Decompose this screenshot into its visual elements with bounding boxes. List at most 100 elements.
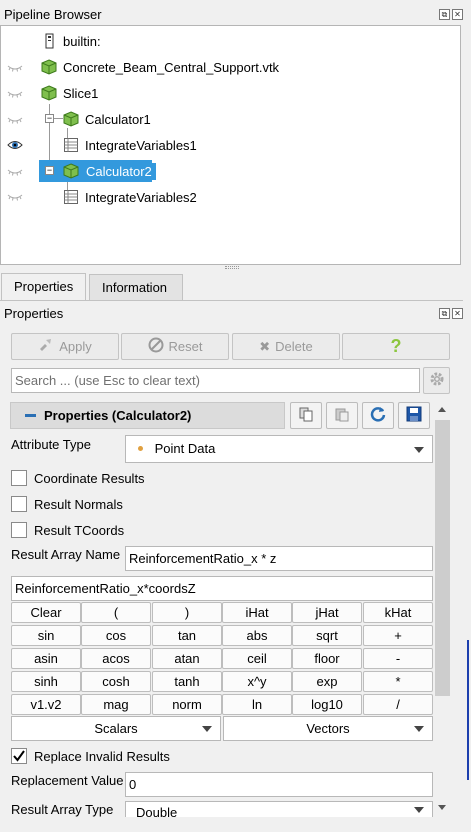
result-array-name-input[interactable]: ReinforcementRatio_x * z <box>125 546 433 571</box>
pipeline-item-slice1[interactable]: Slice1 <box>41 82 98 104</box>
pipeline-item-calculator2[interactable]: Calculator2 <box>63 160 156 182</box>
close-icon[interactable]: ✕ <box>452 9 463 20</box>
properties-section-header[interactable]: Properties (Calculator2) <box>10 402 285 429</box>
result-tcoords-label: Result TCoords <box>34 523 125 538</box>
save-defaults-button[interactable] <box>398 402 430 429</box>
coordinate-results-checkbox[interactable] <box>11 470 27 486</box>
calc-key-button[interactable]: log10 <box>292 694 362 715</box>
pipeline-tree[interactable]: builtin: Concrete_Beam_Central_Support.v… <box>0 25 461 265</box>
replace-invalid-checkbox[interactable] <box>11 748 27 764</box>
result-normals-checkbox[interactable] <box>11 496 27 512</box>
float-icon[interactable]: ⧉ <box>439 9 450 20</box>
pipeline-item-label: IntegrateVariables1 <box>85 137 197 153</box>
apply-icon <box>38 337 54 356</box>
calc-key-button[interactable]: kHat <box>363 602 433 623</box>
point-data-icon <box>138 446 143 452</box>
collapse-icon[interactable]: − <box>45 166 54 175</box>
collapse-minus-icon <box>25 414 36 417</box>
chevron-down-icon <box>414 447 424 453</box>
delete-label: Delete <box>275 339 313 354</box>
calc-key-button[interactable]: abs <box>222 625 292 646</box>
apply-button[interactable]: Apply <box>11 333 119 360</box>
calc-key-button[interactable]: * <box>363 671 433 692</box>
calc-key-button[interactable]: norm <box>152 694 222 715</box>
properties-scrollbar[interactable] <box>434 402 451 814</box>
tab-information[interactable]: Information <box>89 274 183 300</box>
search-input[interactable]: Search ... (use Esc to clear text) <box>11 368 420 393</box>
calc-key-button[interactable]: jHat <box>292 602 362 623</box>
calc-key-button[interactable]: iHat <box>222 602 292 623</box>
attribute-type-select[interactable]: Point Data <box>125 435 433 463</box>
pipeline-item-vtk[interactable]: Concrete_Beam_Central_Support.vtk <box>41 56 279 78</box>
dataset-cube-icon <box>63 163 79 179</box>
checkmark-icon <box>13 750 25 762</box>
calc-key-button[interactable]: Clear <box>11 602 81 623</box>
scalars-select[interactable]: Scalars <box>11 716 221 741</box>
close-icon[interactable]: ✕ <box>452 308 463 319</box>
calc-key-button[interactable]: asin <box>11 648 81 669</box>
pipeline-item-integrate2[interactable]: IntegrateVariables2 <box>63 186 197 208</box>
eye-closed-icon[interactable] <box>7 63 23 73</box>
calc-key-button[interactable]: tan <box>152 625 222 646</box>
vectors-label: Vectors <box>306 721 350 736</box>
calc-key-button[interactable]: v1.v2 <box>11 694 81 715</box>
replacement-value-input[interactable]: 0 <box>125 772 433 797</box>
calc-key-button[interactable]: cos <box>81 625 151 646</box>
eye-open-icon[interactable] <box>7 140 23 150</box>
scalars-label: Scalars <box>94 721 138 736</box>
delete-button[interactable]: ✖ Delete <box>232 333 340 360</box>
apply-label: Apply <box>59 339 92 354</box>
eye-closed-icon[interactable] <box>7 115 23 125</box>
collapse-icon[interactable]: − <box>45 114 54 123</box>
calc-key-button[interactable]: sin <box>11 625 81 646</box>
calc-key-button[interactable]: x^y <box>222 671 292 692</box>
pipeline-item-label: Concrete_Beam_Central_Support.vtk <box>63 59 280 75</box>
calc-key-button[interactable]: - <box>363 648 433 669</box>
calc-key-button[interactable]: mag <box>81 694 151 715</box>
calc-key-button[interactable]: floor <box>292 648 362 669</box>
vectors-select[interactable]: Vectors <box>223 716 433 741</box>
replacement-value-label: Replacement Value <box>11 773 124 788</box>
copy-button[interactable] <box>290 402 322 429</box>
calc-key-button[interactable]: / <box>363 694 433 715</box>
calc-key-button[interactable]: ( <box>81 602 151 623</box>
calc-key-button[interactable]: ceil <box>222 648 292 669</box>
result-tcoords-checkbox[interactable] <box>11 522 27 538</box>
pipeline-item-builtin[interactable]: builtin: <box>41 30 101 52</box>
expression-input[interactable]: ReinforcementRatio_x*coordsZ <box>11 576 433 601</box>
scroll-thumb[interactable] <box>435 420 450 696</box>
calc-key-button[interactable]: ) <box>152 602 222 623</box>
pipeline-item-label: builtin: <box>63 33 101 49</box>
scroll-down-icon[interactable] <box>438 805 446 810</box>
pipeline-item-calculator1[interactable]: Calculator1 <box>63 108 151 130</box>
coordinate-results-label: Coordinate Results <box>34 471 145 486</box>
pipeline-item-integrate1[interactable]: IntegrateVariables1 <box>63 134 197 156</box>
tab-properties[interactable]: Properties <box>1 273 87 301</box>
float-icon[interactable]: ⧉ <box>439 308 450 319</box>
eye-closed-icon[interactable] <box>7 192 23 202</box>
calc-key-button[interactable]: exp <box>292 671 362 692</box>
calc-key-button[interactable]: atan <box>152 648 222 669</box>
reset-button[interactable]: Reset <box>121 333 229 360</box>
eye-closed-icon[interactable] <box>7 89 23 99</box>
calc-key-button[interactable]: tanh <box>152 671 222 692</box>
calc-key-button[interactable]: ln <box>222 694 292 715</box>
scroll-up-icon[interactable] <box>438 407 446 412</box>
calc-key-button[interactable]: acos <box>81 648 151 669</box>
calc-key-button[interactable]: sinh <box>11 671 81 692</box>
calc-key-button[interactable]: cosh <box>81 671 151 692</box>
result-array-type-label: Result Array Type <box>11 802 114 817</box>
eye-closed-icon[interactable] <box>7 167 23 177</box>
paste-button[interactable] <box>326 402 358 429</box>
calc-key-button[interactable]: + <box>363 625 433 646</box>
result-array-type-select[interactable]: Double <box>125 801 433 817</box>
properties-panel-title: Properties <box>4 306 64 321</box>
delete-icon: ✖ <box>259 338 271 354</box>
splitter-handle[interactable] <box>225 266 239 269</box>
help-button[interactable]: ? <box>342 333 450 360</box>
dataset-cube-icon <box>41 59 57 75</box>
restore-defaults-button[interactable] <box>362 402 394 429</box>
calc-key-button[interactable]: sqrt <box>292 625 362 646</box>
reset-label: Reset <box>168 339 203 354</box>
advanced-settings-button[interactable] <box>423 367 450 394</box>
